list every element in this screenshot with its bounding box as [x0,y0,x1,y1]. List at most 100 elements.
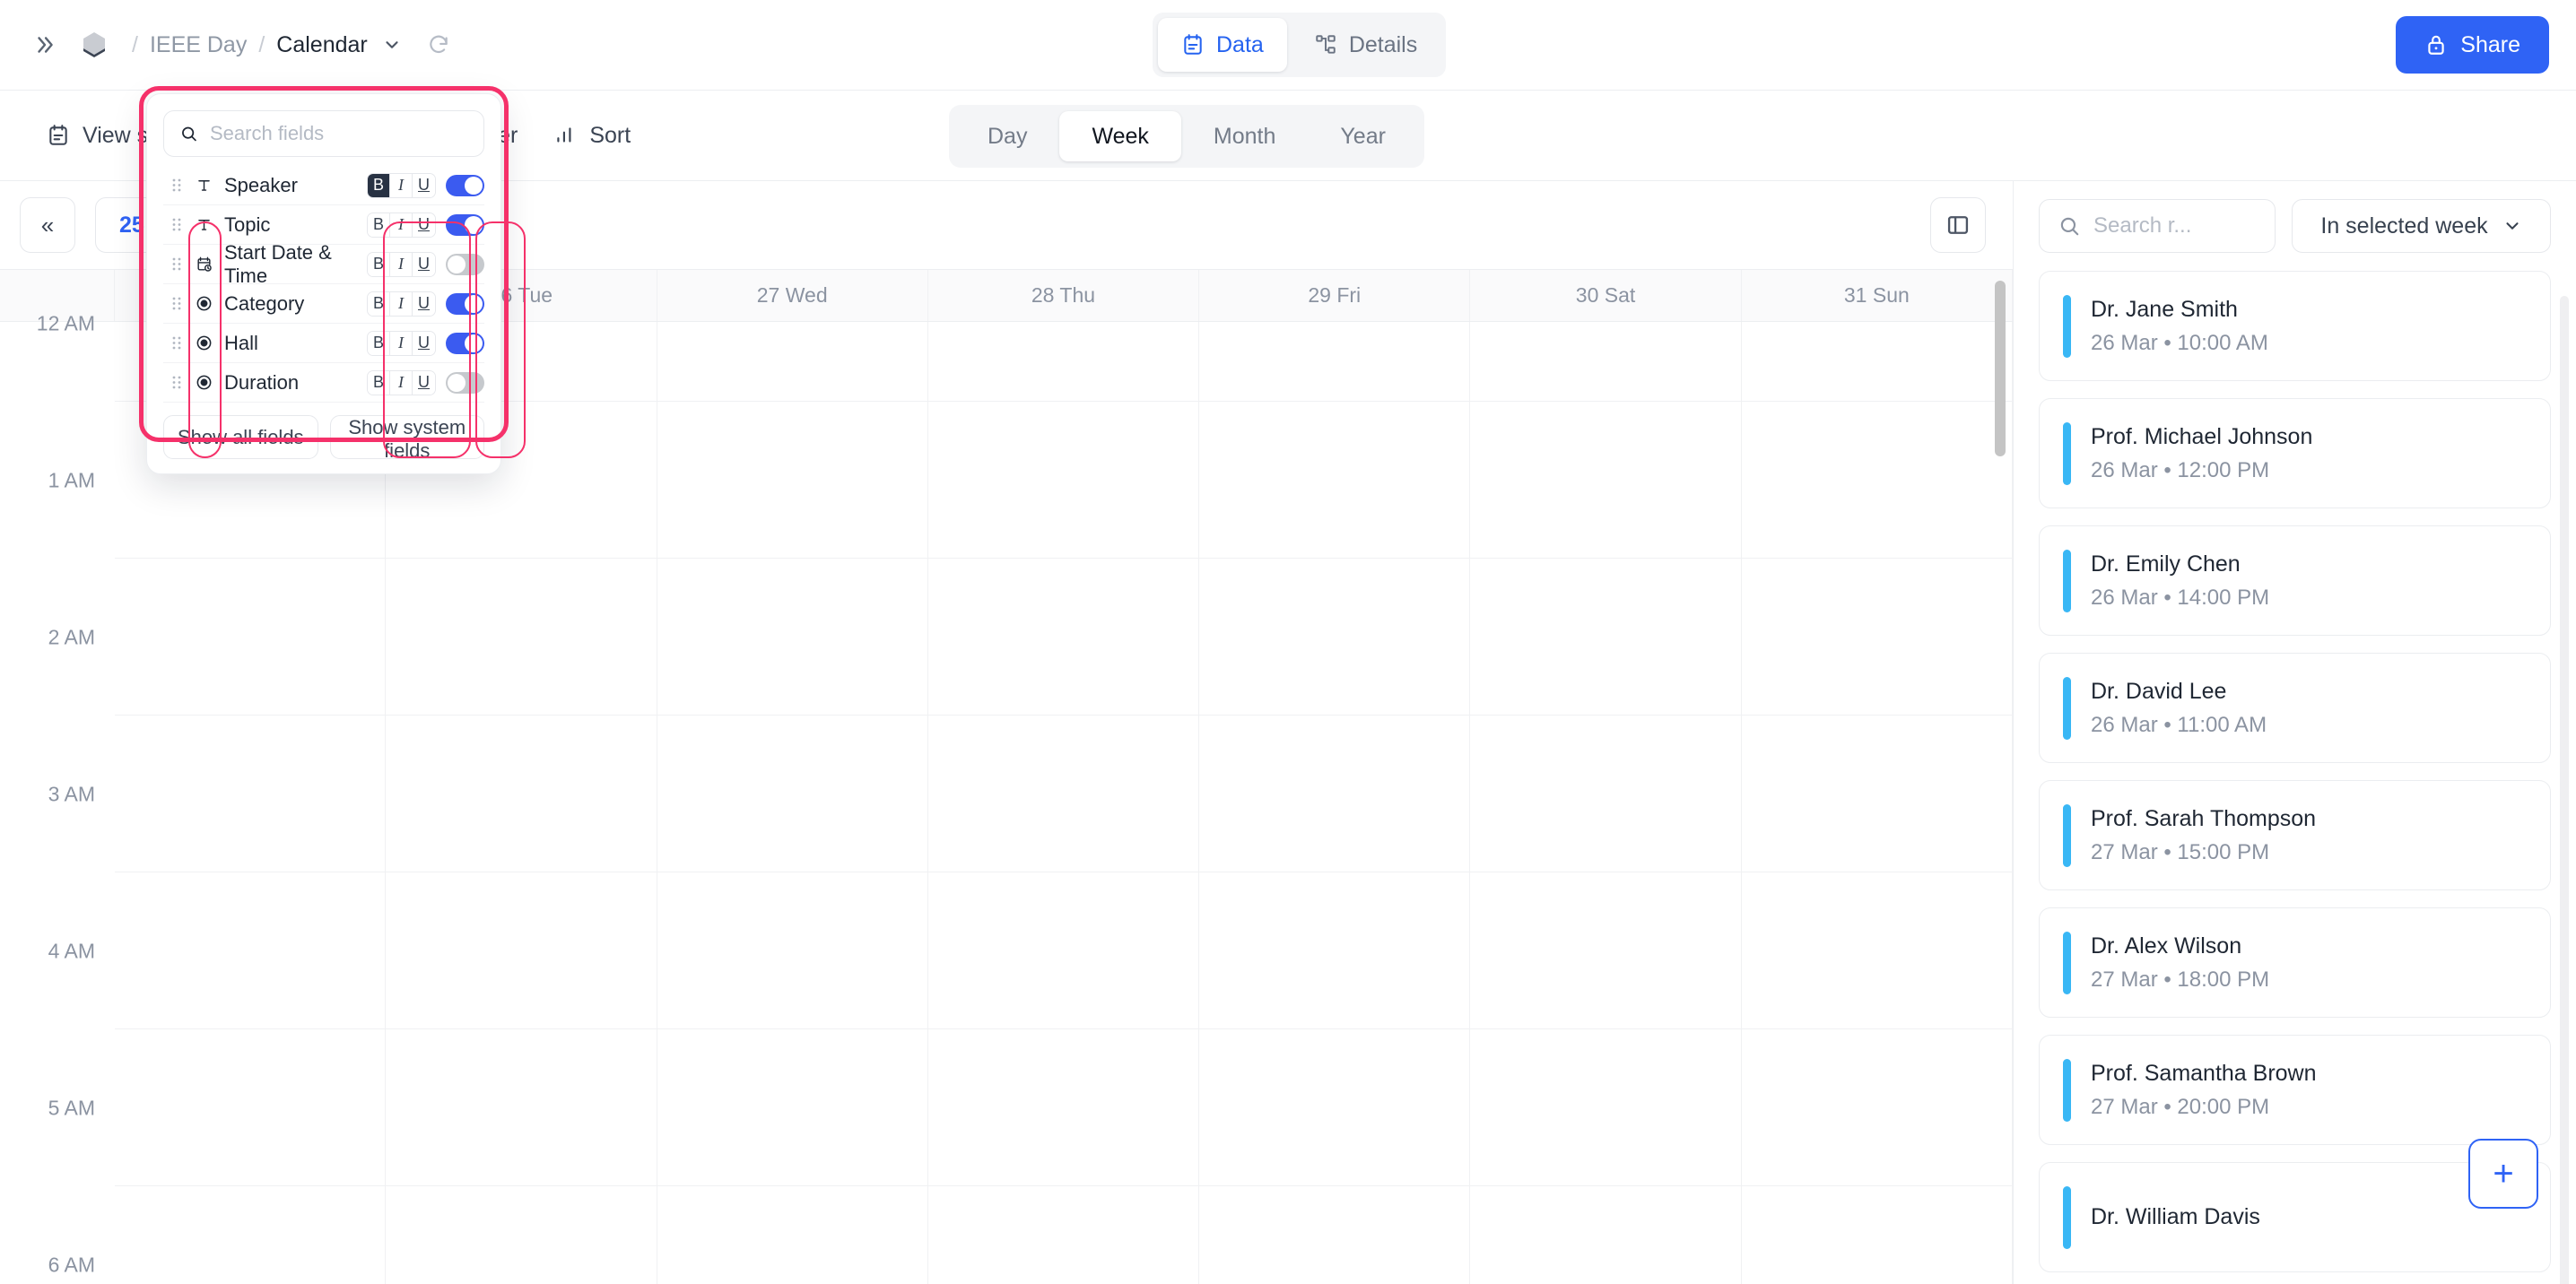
field-row-speaker[interactable]: Speaker B I U [163,166,484,205]
italic-toggle[interactable]: I [390,213,413,237]
bold-toggle[interactable]: B [368,331,390,355]
italic-toggle[interactable]: I [390,291,413,316]
bold-toggle[interactable]: B [368,213,390,237]
field-label: Duration [224,370,300,394]
day-column-header-3: 28 Thu [928,270,1200,321]
field-visibility-toggle[interactable] [446,332,484,354]
calendar-data-icon [1184,34,1202,55]
field-label: Topic [224,213,271,236]
bold-toggle[interactable]: B [368,252,390,276]
field-row-start-date-time[interactable]: Start Date & Time B I U [163,241,484,287]
italic-toggle[interactable]: I [390,331,413,355]
day-column-4[interactable] [1199,322,1471,1284]
day-column-2[interactable] [657,322,928,1284]
day-column-6[interactable] [1742,322,2013,1284]
fields-search-input[interactable] [210,122,468,145]
record-card-5[interactable]: Dr. Alex Wilson 27 Mar • 18:00 PM [2039,907,2551,1018]
view-mode-tabs: Data Details [1153,13,1447,77]
sort-button[interactable]: Sort [535,108,648,163]
top-bar: / IEEE Day / Calendar Data Details Share [0,0,2576,91]
field-label: Hall [224,331,258,354]
italic-toggle[interactable]: I [390,252,413,276]
day-column-header-2: 27 Wed [657,270,928,321]
drag-dots-icon [172,376,181,389]
drag-handle-icon[interactable] [163,334,190,351]
drag-handle-icon[interactable] [163,216,190,233]
field-visibility-toggle[interactable] [446,253,484,275]
record-card-0[interactable]: Dr. Jane Smith 26 Mar • 10:00 AM [2039,271,2551,381]
bold-toggle[interactable]: B [368,370,390,395]
field-row-category[interactable]: Category B I U [163,284,484,324]
record-card-1[interactable]: Prof. Michael Johnson 26 Mar • 12:00 PM [2039,398,2551,508]
day-column-5[interactable] [1470,322,1742,1284]
italic-toggle[interactable]: I [390,173,413,197]
share-button-label: Share [2460,31,2520,57]
show-all-fields-button[interactable]: Show all fields [163,415,318,459]
range-year[interactable]: Year [1308,111,1418,161]
records-scrollbar[interactable] [2560,296,2569,1284]
record-card-6[interactable]: Prof. Samantha Brown 27 Mar • 20:00 PM [2039,1035,2551,1145]
previous-week-button[interactable]: « [20,197,75,253]
breadcrumb-separator-1: / [132,31,138,57]
share-button[interactable]: Share [2396,16,2549,74]
refresh-button[interactable] [427,33,450,56]
add-record-button[interactable]: + [2468,1139,2538,1209]
records-search-input[interactable] [2093,213,2246,239]
field-label: Speaker [224,173,298,196]
show-system-fields-button[interactable]: Show system fields [329,415,484,462]
underline-toggle[interactable]: U [413,252,435,276]
records-search[interactable] [2039,199,2276,253]
underline-toggle[interactable]: U [413,291,435,316]
drag-handle-icon[interactable] [163,295,190,312]
record-card-3[interactable]: Dr. David Lee 26 Mar • 11:00 AM [2039,653,2551,763]
bold-toggle[interactable]: B [368,291,390,316]
breadcrumb-current[interactable]: Calendar [276,32,367,58]
breadcrumb-separator-2: / [258,31,265,57]
hour-line-5 [115,1028,2013,1029]
record-meta: 27 Mar • 18:00 PM [2091,967,2270,992]
records-week-filter-label: In selected week [2320,213,2488,239]
underline-toggle[interactable]: U [413,370,435,395]
expand-sidebar-button[interactable] [27,27,63,63]
field-label: Start Date & Time [224,240,332,287]
field-visibility-toggle[interactable] [446,292,484,315]
field-row-topic[interactable]: Topic B I U [163,205,484,245]
tab-details[interactable]: Details [1291,18,1440,72]
tab-data[interactable]: Data [1158,18,1287,72]
field-visibility-toggle[interactable] [446,213,484,236]
drag-dots-icon [172,257,181,271]
underline-toggle[interactable]: U [413,331,435,355]
calendar-vertical-scrollbar[interactable] [1995,281,2006,456]
field-visibility-toggle[interactable] [446,174,484,196]
format-toggle-group: B I U [367,330,436,356]
italic-toggle[interactable]: I [390,370,413,395]
records-list[interactable]: Dr. Jane Smith 26 Mar • 10:00 AM Prof. M… [2014,271,2576,1284]
record-accent-bar [2063,931,2071,994]
fields-search[interactable] [163,110,484,157]
breadcrumb-base[interactable]: IEEE Day [150,32,247,58]
record-card-2[interactable]: Dr. Emily Chen 26 Mar • 14:00 PM [2039,525,2551,636]
time-label-6: 6 AM [48,1253,95,1277]
record-name: Dr. Jane Smith [2091,296,2238,322]
field-row-duration[interactable]: Duration B I U [163,363,484,403]
field-row-hall[interactable]: Hall B I U [163,324,484,363]
chevron-down-icon[interactable] [382,35,402,55]
day-column-3[interactable] [928,322,1200,1284]
time-label-5: 5 AM [48,1096,95,1120]
drag-handle-icon[interactable] [163,256,190,273]
range-day[interactable]: Day [955,111,1059,161]
toggle-records-panel-button[interactable] [1930,197,1986,253]
sidebar-panel-icon [1947,216,1969,234]
bold-toggle[interactable]: B [368,173,390,197]
app-root: / IEEE Day / Calendar Data Details Share [0,0,2576,1284]
records-week-filter[interactable]: In selected week [2292,199,2551,253]
underline-toggle[interactable]: U [413,213,435,237]
field-visibility-toggle[interactable] [446,371,484,394]
drag-handle-icon[interactable] [163,374,190,391]
day-column-header-5: 30 Sat [1470,270,1742,321]
underline-toggle[interactable]: U [413,173,435,197]
record-card-4[interactable]: Prof. Sarah Thompson 27 Mar • 15:00 PM [2039,780,2551,890]
range-month[interactable]: Month [1181,111,1308,161]
range-week[interactable]: Week [1059,111,1181,161]
drag-handle-icon[interactable] [163,177,190,194]
